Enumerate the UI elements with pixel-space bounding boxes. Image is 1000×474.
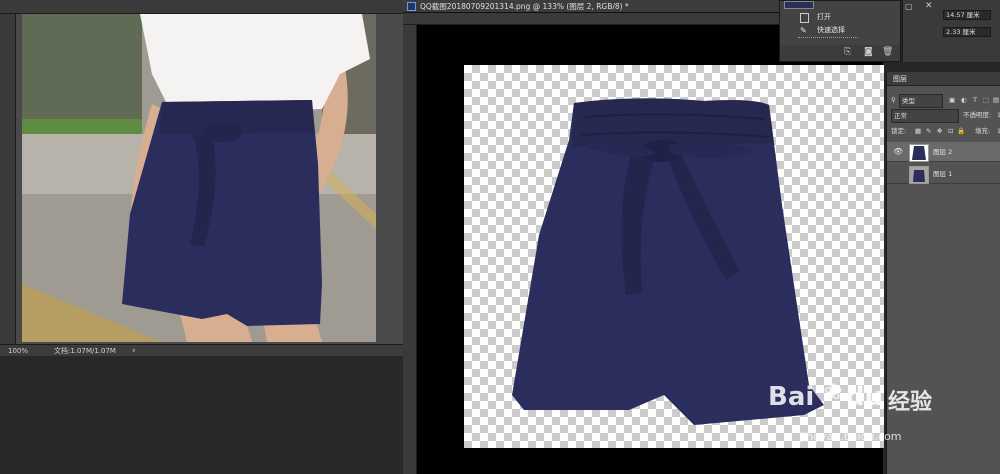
panel-collapse-icon[interactable]: ▢ [905, 2, 913, 11]
opacity-label: 不透明度: [963, 111, 992, 119]
new-document-from-state-icon[interactable]: ⎘ [844, 47, 851, 57]
filter-shape-icon[interactable]: ⬚ [983, 94, 989, 106]
blend-mode-dropdown[interactable]: 正常 [891, 109, 959, 123]
visibility-eye-icon[interactable]: 👁 [893, 142, 903, 162]
history-item-quick-select[interactable]: ✎ 快速选择 [784, 24, 898, 36]
lock-transparent-icon[interactable]: ▦ [915, 125, 921, 137]
panel-close-icon[interactable]: ✕ [925, 1, 933, 11]
watermark-url: jingyan.baidu.com [800, 430, 902, 443]
fill-label: 填充: [975, 127, 991, 135]
watermark-brand: Bai [768, 382, 815, 412]
paw-icon: ❀ [824, 380, 843, 405]
layers-tab-bar: 图层 [887, 72, 1000, 86]
lock-artboard-icon[interactable]: ⊡ [948, 125, 953, 137]
history-snapshot-thumb[interactable] [784, 1, 814, 9]
layer-row-1[interactable]: 图层 1 [887, 164, 1000, 184]
left-horizontal-ruler[interactable] [0, 0, 403, 14]
layer-thumbnail [909, 166, 929, 184]
lock-label: 锁定: [891, 127, 907, 135]
lock-move-icon[interactable]: ✥ [937, 125, 942, 137]
layers-tab[interactable]: 图层 [893, 72, 907, 86]
lock-paint-icon[interactable]: ✎ [926, 125, 931, 137]
filter-pixel-icon[interactable]: ▣ [949, 94, 955, 106]
document-tab[interactable]: QQ截图20180709201314.png @ 133% (图层 2, RGB… [403, 0, 780, 13]
right-vertical-ruler[interactable] [403, 25, 417, 474]
history-footer: ⎘ ◙ 🗑 [780, 45, 900, 61]
ps-file-icon [407, 2, 416, 11]
history-item-label: 打开 [817, 13, 831, 21]
history-item-partial[interactable] [798, 37, 858, 43]
lock-all-icon[interactable]: 🔒 [957, 125, 965, 137]
properties-panel: ▢ ✕ 14.57 厘米 2.33 厘米 [902, 0, 1000, 62]
history-item-label: 快速选择 [817, 26, 845, 34]
layer-row-2[interactable]: 👁 图层 2 [887, 142, 1000, 162]
filter-adjust-icon[interactable]: ◐ [961, 94, 967, 106]
layer-name: 图层 1 [933, 170, 953, 178]
history-panel: 打开 ✎ 快速选择 ⎘ ◙ 🗑 [779, 0, 901, 62]
filter-smart-icon[interactable]: ▤ [993, 94, 999, 106]
layer-thumbnail [909, 144, 929, 162]
layer-filter-row: ⚲ 类型 ▣ ◐ T ⬚ ▤ [889, 94, 999, 108]
lock-fill-row: 锁定: ▦ ✎ ✥ ⊡ 🔒 填充: 1 [889, 125, 1000, 137]
height-field[interactable]: 2.33 厘米 [943, 27, 991, 37]
camera-icon[interactable]: ◙ [864, 47, 873, 57]
document-tab-title: QQ截图20180709201314.png @ 133% (图层 2, RGB… [420, 2, 629, 11]
model-photo[interactable] [22, 14, 376, 342]
left-document-window: 100% 文档:1.07M/1.07M › [0, 0, 403, 474]
trash-icon[interactable]: 🗑 [882, 47, 893, 57]
blend-opacity-row: 正常 不透明度: 1 [889, 109, 1000, 123]
left-status-bar: 100% 文档:1.07M/1.07M › [0, 344, 403, 356]
baidu-watermark: Bai ❀ du 经验 jingyan.baidu.com [762, 380, 962, 450]
watermark-cn: 经验 [888, 390, 933, 415]
history-item-open[interactable]: 打开 [784, 11, 898, 23]
watermark-brand-2: du [846, 382, 884, 412]
quick-select-brush-icon: ✎ [800, 26, 807, 35]
filter-search-icon: ⚲ [891, 96, 896, 104]
model-photo-image [22, 14, 376, 342]
left-empty-workspace [0, 356, 403, 474]
layer-name: 图层 2 [933, 148, 953, 156]
left-vertical-ruler[interactable] [0, 14, 16, 344]
filter-kind-dropdown[interactable]: 类型 [899, 94, 943, 108]
filter-type-icon[interactable]: T [973, 94, 977, 106]
width-field[interactable]: 14.57 厘米 [943, 10, 991, 20]
history-open-icon [800, 13, 809, 23]
